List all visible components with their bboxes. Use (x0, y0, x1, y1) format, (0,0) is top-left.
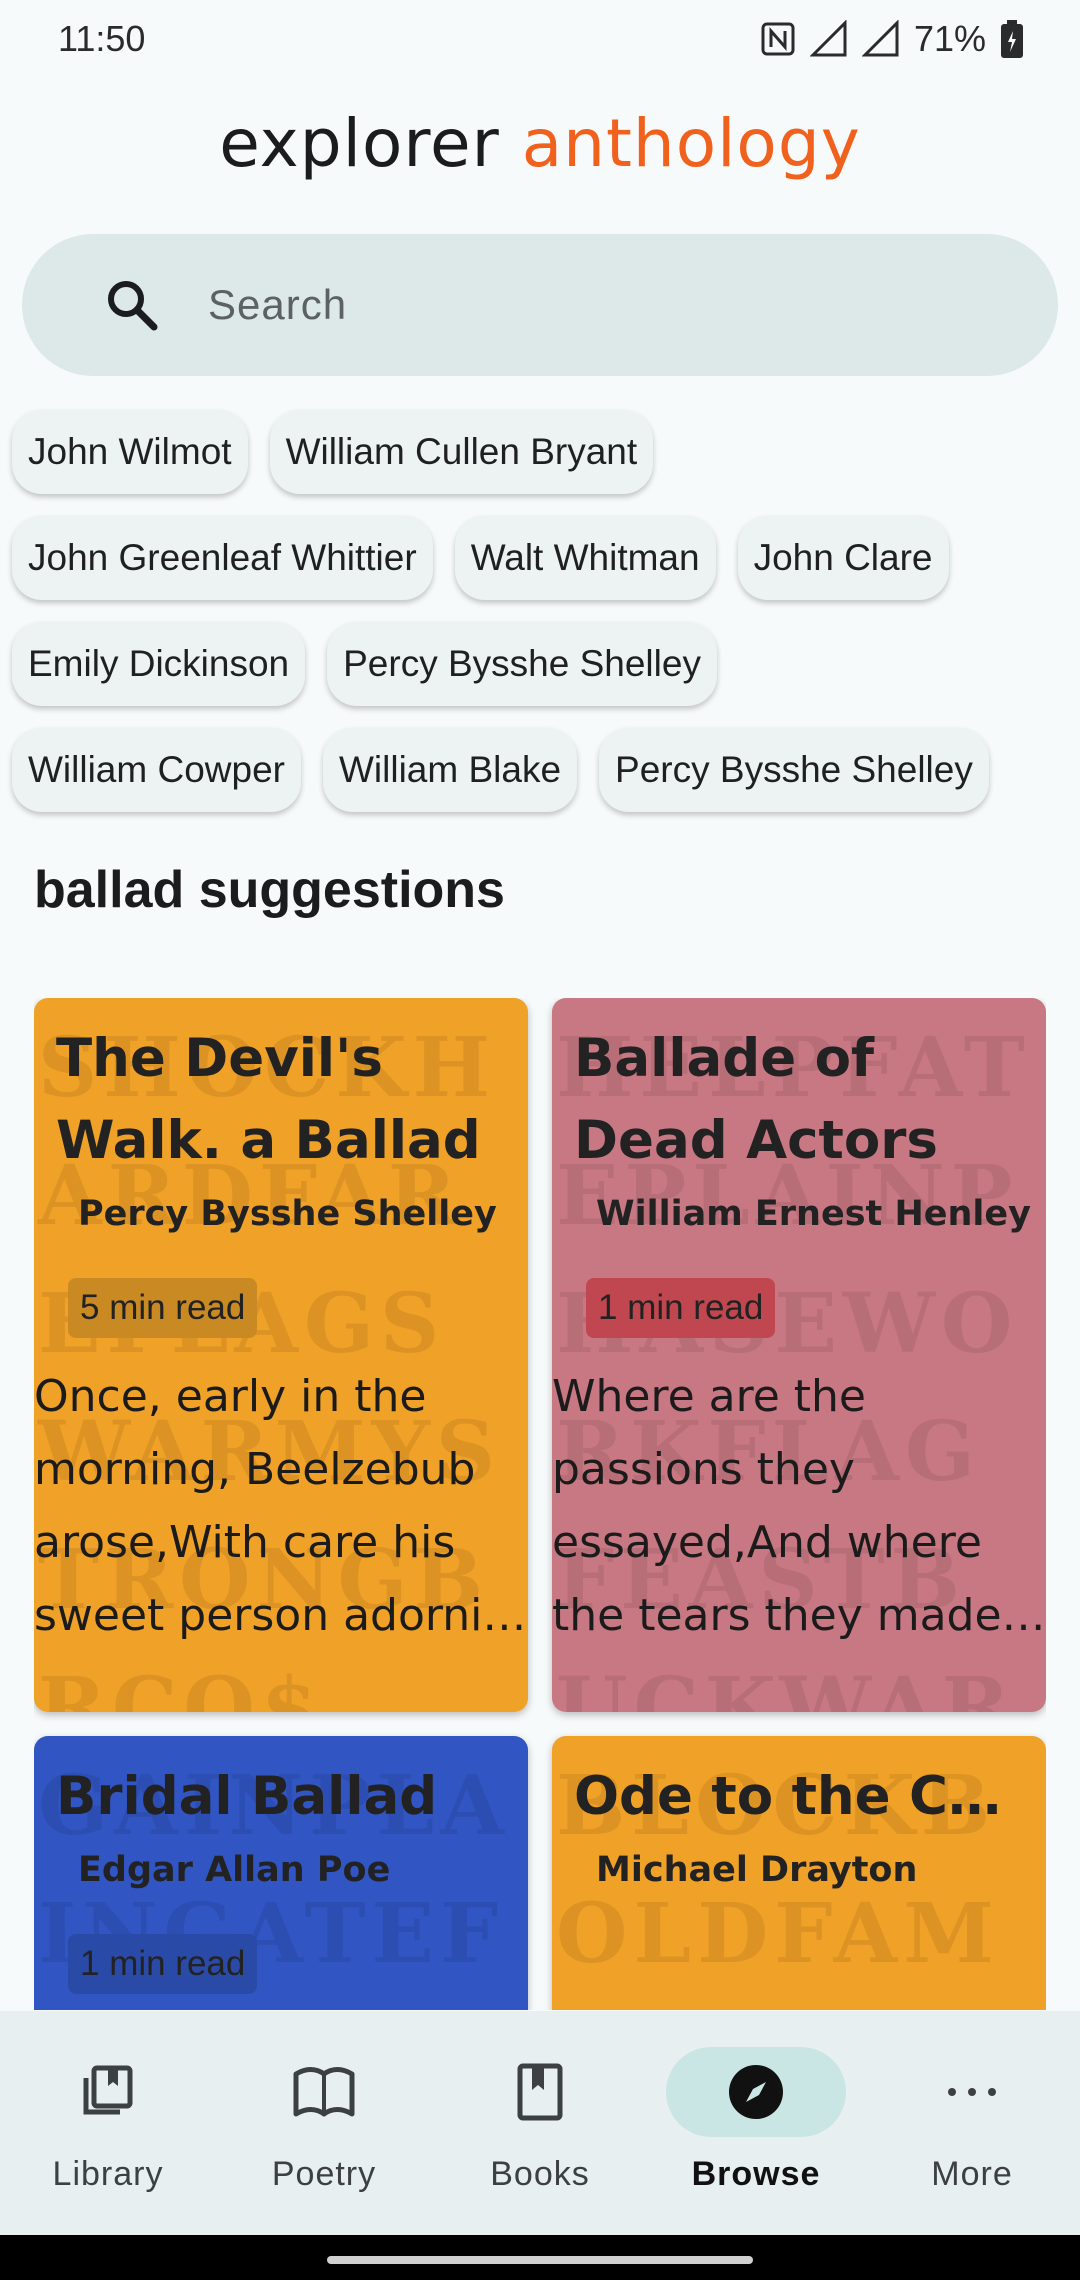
author-chip[interactable]: Emily Dickinson (12, 622, 306, 706)
app-title: explorer anthology (0, 105, 1080, 182)
author-chip[interactable]: Percy Bysshe Shelley (599, 728, 989, 812)
status-time: 11:50 (58, 18, 146, 59)
author-chip[interactable]: William Blake (322, 728, 578, 812)
poem-card[interactable]: HELPFATEPLAINPHASEWORKFLAGFEASTBUCKWARDT… (552, 998, 1046, 1712)
chip-row: John Wilmot William Cullen Bryant (12, 410, 1072, 494)
card-title: Ballade of Dead Actors (574, 1028, 938, 1171)
author-chip[interactable]: William Cullen Bryant (269, 410, 654, 494)
author-chip[interactable]: John Clare (737, 516, 949, 600)
battery-percent: 71% (913, 18, 986, 59)
nav-library[interactable]: Library (0, 2011, 216, 2235)
bottom-navigation: Library Poetry Books Browse More (0, 2011, 1080, 2235)
author-chip[interactable]: Percy Bysshe Shelley (327, 622, 717, 706)
card-excerpt: Once, early in the morning, Beelzebub ar… (34, 1371, 527, 1641)
author-chip[interactable]: John Greenleaf Whittier (12, 516, 433, 600)
gesture-navigation-bar (0, 2235, 1080, 2280)
read-time-badge: 1 min read (68, 1934, 258, 1994)
signal-icon (809, 20, 848, 58)
read-time-badge: 5 min read (68, 1278, 258, 1338)
nav-label: Books (490, 2155, 590, 2193)
card-author: Percy Bysshe Shelley (78, 1194, 497, 1234)
poem-card[interactable]: GAINPLAINGATEFARE Bridal Ballad Edgar Al… (34, 1736, 528, 2010)
nav-books[interactable]: Books (432, 2011, 648, 2235)
section-title: ballad suggestions (34, 861, 505, 919)
status-bar: 11:50 71% (0, 0, 1080, 78)
chip-row: Emily Dickinson Percy Bysshe Shelley (12, 622, 1072, 706)
card-author: William Ernest Henley (596, 1194, 1031, 1234)
home-gesture-handle[interactable] (327, 2256, 753, 2264)
read-time-badge: 1 min read (586, 1278, 776, 1338)
nav-label: Poetry (271, 2155, 377, 2193)
nav-poetry[interactable]: Poetry (216, 2011, 432, 2235)
author-chip[interactable]: Walt Whitman (454, 516, 716, 600)
poem-card[interactable]: BLOCKBOLDFAMEASH Ode to the Cambro-Brito… (552, 1736, 1046, 2010)
app-title-part2: anthology (521, 105, 861, 182)
card-title: Bridal Ballad (56, 1766, 438, 1827)
battery-icon (1000, 19, 1024, 59)
author-chips: John Wilmot William Cullen Bryant John G… (12, 410, 1072, 834)
chip-row: William Cowper William Blake Percy Byssh… (12, 728, 1072, 812)
poem-card[interactable]: SHOCKHARDFAREFLAGSWARMYSTRONGBRCO$ The D… (34, 998, 528, 1712)
signal-icon-2 (861, 20, 900, 58)
author-chip[interactable]: William Cowper (12, 728, 301, 812)
card-title: Ode to the Cambro-Briton… (574, 1766, 1024, 1827)
nfc-icon (760, 21, 796, 57)
card-excerpt: Where are the passions they essayed,And … (552, 1371, 1046, 1641)
author-chip[interactable]: John Wilmot (12, 410, 248, 494)
bookmark-book-icon (517, 2063, 563, 2121)
search-bar[interactable]: Search (22, 234, 1058, 376)
card-author: Edgar Allan Poe (78, 1850, 391, 1890)
status-icons: 71% (760, 18, 1024, 60)
chip-row: John Greenleaf Whittier Walt Whitman Joh… (12, 516, 1072, 600)
search-input[interactable]: Search (208, 281, 347, 329)
poem-cards-grid: SHOCKHARDFAREFLAGSWARMYSTRONGBRCO$ The D… (34, 998, 1046, 2010)
more-horizontal-icon (948, 2088, 996, 2096)
compass-icon (729, 2065, 783, 2119)
book-open-icon (293, 2067, 355, 2117)
nav-more[interactable]: More (864, 2011, 1080, 2235)
nav-label: More (931, 2155, 1013, 2193)
app-title-part1: explorer (219, 105, 500, 182)
nav-label: Browse (691, 2155, 821, 2193)
card-title: The Devil's Walk. a Ballad (56, 1028, 481, 1171)
nav-browse[interactable]: Browse (648, 2011, 864, 2235)
nav-label: Library (52, 2155, 164, 2193)
library-icon (83, 2065, 133, 2115)
search-icon (108, 281, 158, 331)
card-author: Michael Drayton (596, 1850, 918, 1890)
